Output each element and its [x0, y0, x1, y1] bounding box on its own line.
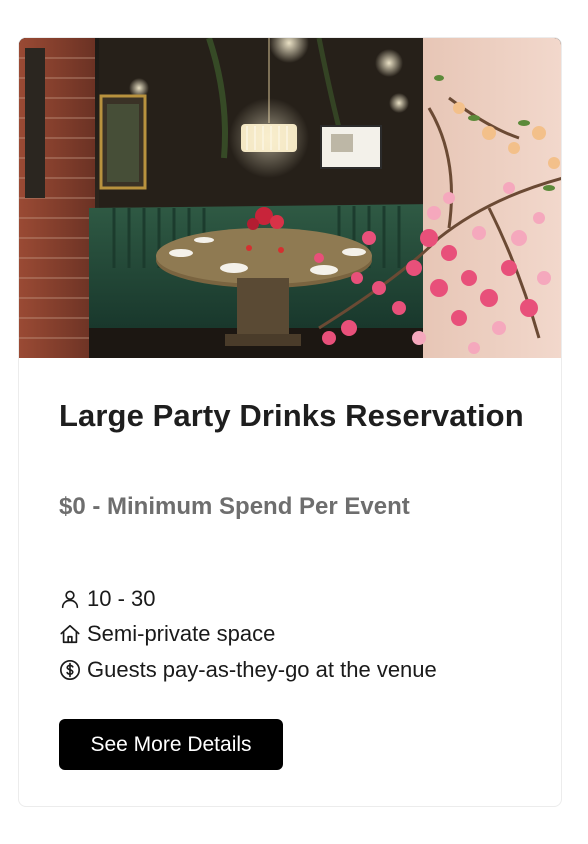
event-title: Large Party Drinks Reservation	[59, 398, 524, 433]
dollar-circle-icon	[59, 659, 81, 681]
see-more-details-button[interactable]: See More Details	[59, 719, 283, 770]
payment-feature: Guests pay-as-they-go at the venue	[59, 652, 437, 688]
space-type-feature: Semi-private space	[59, 617, 437, 653]
house-icon	[59, 623, 81, 645]
minimum-spend-price: $0 - Minimum Spend Per Event	[59, 493, 410, 520]
event-features-list: 10 - 30 Semi-private space Guests pay-as…	[59, 581, 437, 688]
space-type-text: Semi-private space	[87, 621, 276, 647]
guest-count-feature: 10 - 30	[59, 581, 437, 617]
person-icon	[59, 588, 81, 610]
guest-count-text: 10 - 30	[87, 585, 156, 611]
venue-card[interactable]: Large Party Drinks Reservation $0 - Mini…	[18, 37, 562, 807]
venue-photo[interactable]	[19, 38, 561, 358]
payment-text: Guests pay-as-they-go at the venue	[87, 656, 437, 682]
